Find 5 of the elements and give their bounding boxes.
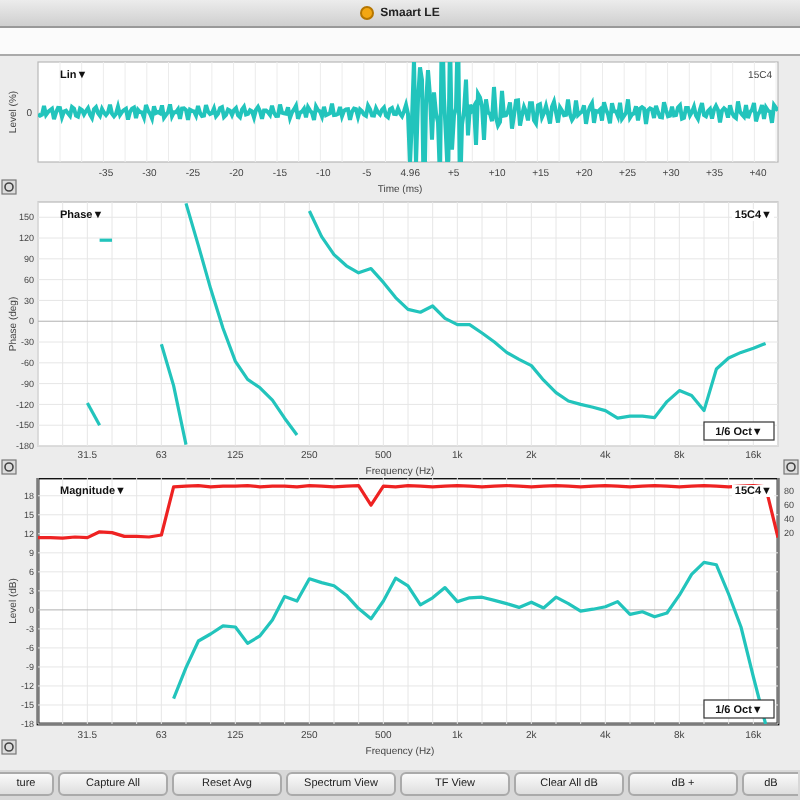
settings-icon[interactable] xyxy=(783,459,799,475)
settings-icon[interactable] xyxy=(1,459,17,475)
settings-icon[interactable] xyxy=(1,179,17,195)
settings-icon[interactable] xyxy=(1,739,17,755)
app-logo-icon xyxy=(360,6,375,20)
